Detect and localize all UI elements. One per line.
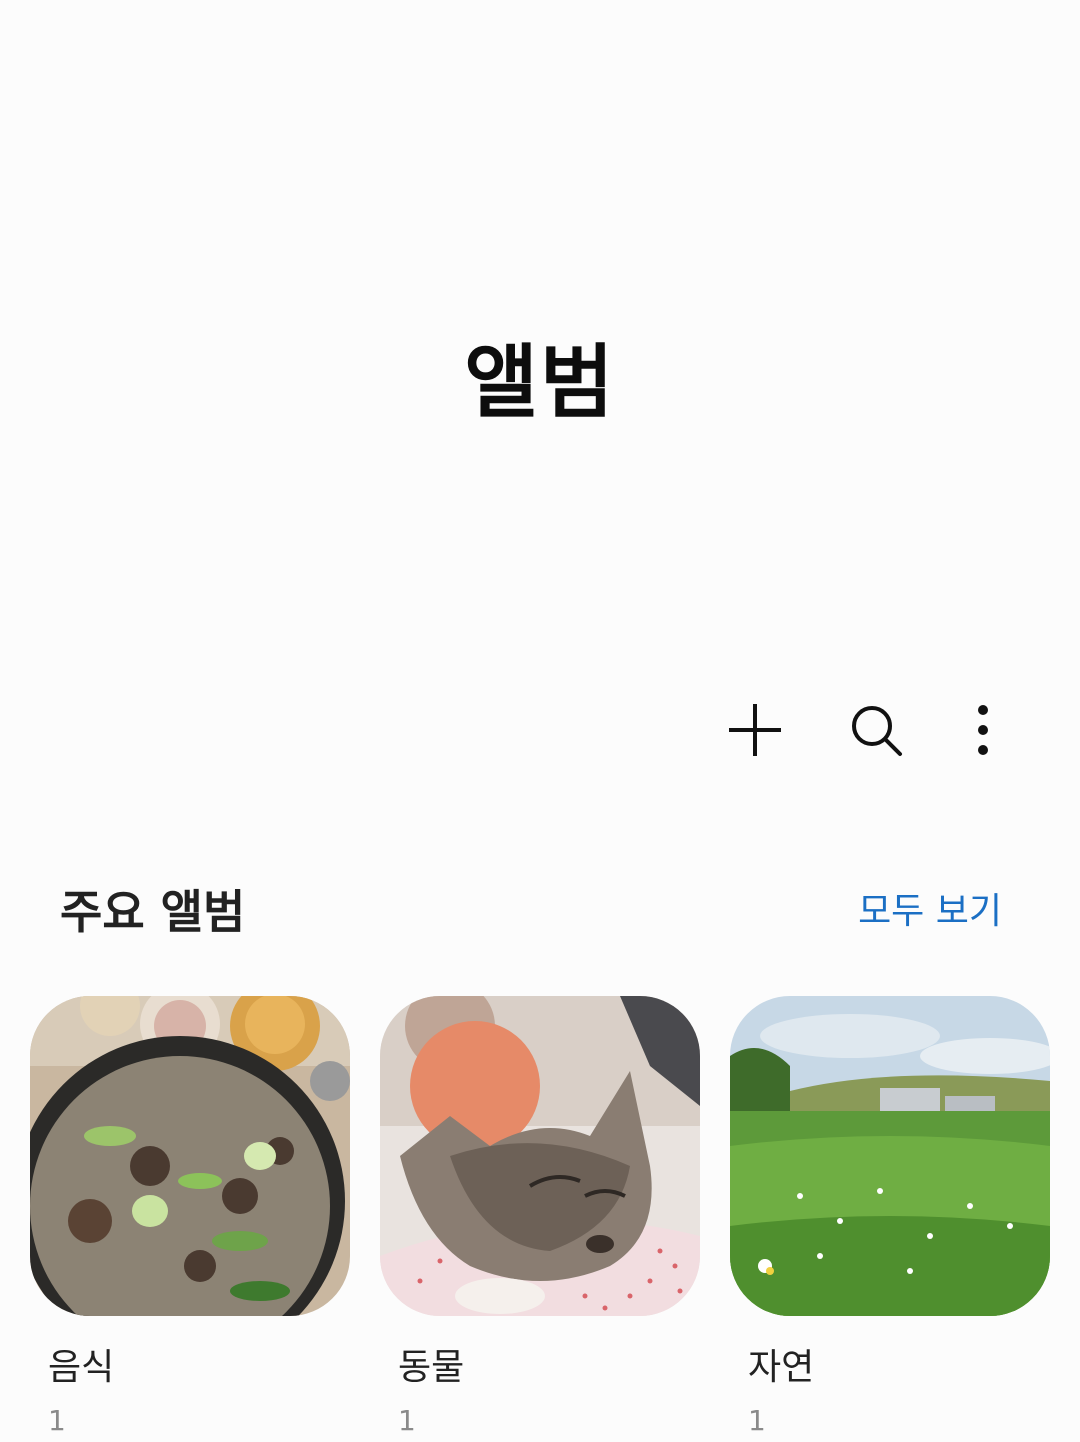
album-thumbnail-animals[interactable] xyxy=(380,996,700,1316)
album-thumbnail-nature[interactable] xyxy=(730,996,1050,1316)
featured-albums-header: 주요 앨범 모두 보기 xyxy=(0,872,1080,942)
album-thumbnail-food[interactable] xyxy=(30,996,350,1316)
add-album-button[interactable] xyxy=(715,690,795,770)
album-name: 동물 xyxy=(398,1347,465,1388)
album-card-food[interactable]: 음식 1 xyxy=(30,996,350,1437)
album-card-nature[interactable]: 자연 1 xyxy=(730,996,1050,1437)
action-bar xyxy=(0,690,1080,770)
album-name: 자연 xyxy=(748,1347,815,1388)
section-title: 주요 앨범 xyxy=(60,885,246,939)
album-card-animals[interactable]: 동물 1 xyxy=(380,996,700,1437)
search-button[interactable] xyxy=(836,690,916,770)
view-all-link[interactable]: 모두 보기 xyxy=(858,882,1002,934)
album-count: 1 xyxy=(48,1404,66,1437)
album-count: 1 xyxy=(398,1404,416,1437)
search-icon xyxy=(852,706,902,756)
plus-icon xyxy=(729,704,781,756)
more-vertical-icon xyxy=(978,705,988,755)
album-name: 음식 xyxy=(48,1347,115,1388)
album-count: 1 xyxy=(748,1404,766,1437)
albums-screen: 앨범 주요 앨범 모두 보기 음식 1 동물 1 자연 1 xyxy=(0,0,1080,1442)
more-options-button[interactable] xyxy=(943,690,1023,770)
page-title: 앨범 xyxy=(464,336,616,429)
